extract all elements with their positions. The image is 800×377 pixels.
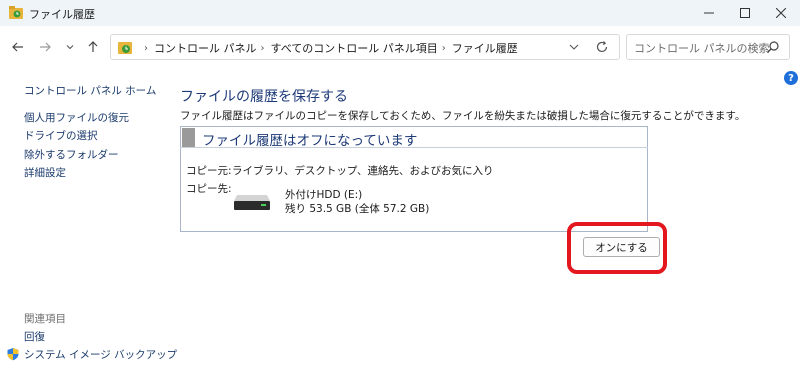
status-title: ファイル履歴はオフになっています bbox=[202, 133, 418, 149]
sidebar-item-advanced-settings[interactable]: 詳細設定 bbox=[24, 165, 66, 180]
window-title: ファイル履歴 bbox=[29, 8, 95, 21]
arrow-left-icon bbox=[12, 42, 23, 52]
breadcrumb-separator-icon: › bbox=[260, 42, 265, 54]
back-button[interactable] bbox=[7, 36, 29, 58]
file-history-icon bbox=[9, 6, 23, 19]
status-indicator bbox=[182, 128, 195, 147]
help-icon[interactable]: ? bbox=[784, 71, 798, 85]
breadcrumb-separator-icon: › bbox=[144, 42, 148, 54]
up-button[interactable] bbox=[82, 36, 104, 58]
breadcrumb-control-panel[interactable]: コントロール パネル bbox=[154, 40, 257, 56]
breadcrumb-file-history[interactable]: ファイル履歴 bbox=[452, 40, 518, 56]
breadcrumb: › コントロール パネル › すべてのコントロール パネル項目 › ファイル履歴 bbox=[140, 40, 518, 56]
control-panel-icon bbox=[118, 42, 132, 54]
copy-from-label: コピー元: bbox=[186, 165, 232, 177]
sidebar-item-exclude-folders[interactable]: 除外するフォルダー bbox=[24, 147, 119, 162]
drive-free-space: 残り 53.5 GB (全体 57.2 GB) bbox=[285, 203, 430, 215]
page-title: ファイルの履歴を保存する bbox=[180, 89, 348, 105]
close-icon bbox=[776, 8, 786, 18]
turn-on-button[interactable]: オンにする bbox=[583, 237, 660, 257]
chevron-down-icon bbox=[66, 45, 74, 50]
breadcrumb-separator-icon: › bbox=[441, 42, 446, 54]
copy-from-value: ライブラリ、デスクトップ、連絡先、およびお気に入り bbox=[232, 165, 494, 177]
copy-to-label: コピー先: bbox=[186, 183, 232, 195]
sidebar-item-system-image-backup[interactable]: システム イメージ バックアップ bbox=[24, 347, 177, 362]
page-description: ファイル履歴はファイルのコピーを保存しておくため、ファイルを紛失または破損した場… bbox=[180, 110, 746, 122]
shield-icon bbox=[7, 348, 19, 361]
search-input[interactable]: コントロール パネルの検索 bbox=[634, 40, 770, 56]
address-dropdown-icon[interactable] bbox=[567, 40, 581, 54]
close-button[interactable] bbox=[758, 0, 800, 26]
forward-button[interactable] bbox=[34, 36, 56, 58]
maximize-icon bbox=[740, 8, 750, 18]
minimize-icon bbox=[704, 12, 714, 14]
breadcrumb-all-items[interactable]: すべてのコントロール パネル項目 bbox=[271, 40, 438, 56]
sidebar-control-panel-home[interactable]: コントロール パネル ホーム bbox=[24, 83, 156, 98]
arrow-right-icon bbox=[40, 42, 51, 52]
sidebar-item-select-drive[interactable]: ドライブの選択 bbox=[24, 128, 98, 143]
refresh-icon[interactable] bbox=[594, 39, 610, 55]
title-bar bbox=[0, 0, 800, 26]
search-icon[interactable] bbox=[766, 40, 780, 54]
hard-drive-icon bbox=[234, 195, 270, 210]
related-items-heading: 関連項目 bbox=[24, 313, 66, 325]
sidebar-item-restore-files[interactable]: 個人用ファイルの復元 bbox=[24, 110, 129, 125]
drive-name: 外付けHDD (E:) bbox=[285, 189, 363, 201]
arrow-up-icon bbox=[88, 41, 98, 52]
sidebar-item-recovery[interactable]: 回復 bbox=[24, 329, 45, 344]
recent-locations-button[interactable] bbox=[59, 36, 81, 58]
